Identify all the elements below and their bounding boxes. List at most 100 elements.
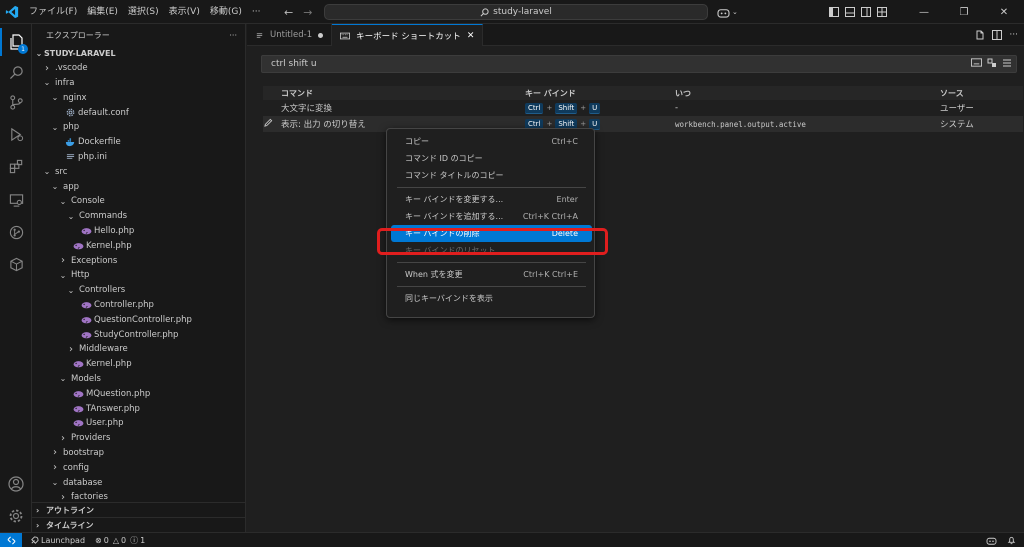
containers-activity-button[interactable] [0, 250, 32, 278]
launchpad-button[interactable]: Launchpad [30, 536, 85, 545]
launchpad-label: Launchpad [41, 535, 86, 545]
context-menu-item[interactable]: コマンド タイトルのコピー [391, 167, 592, 184]
tree-folder[interactable]: › config [32, 460, 245, 475]
toggle-secondary-sidebar-icon[interactable] [858, 0, 874, 24]
arrow-left-icon[interactable]: ← [284, 6, 293, 19]
run-debug-activity-button[interactable] [0, 120, 32, 148]
account-icon [8, 476, 24, 492]
outline-section[interactable]: › アウトライン [32, 502, 245, 517]
tree-item-label: Middleware [79, 344, 128, 355]
context-menu-item[interactable]: キー バインドを変更する... Enter [391, 191, 592, 208]
toggle-primary-sidebar-icon[interactable] [826, 0, 842, 24]
remote-explorer-activity-button[interactable] [0, 186, 32, 214]
tree-file[interactable]: php.ini [32, 150, 245, 165]
column-header-when[interactable]: いつ [675, 88, 940, 99]
record-keys-icon[interactable] [971, 58, 982, 67]
extensions-activity-button[interactable] [0, 152, 32, 180]
menu-item-label: キー バインドを追加する... [405, 212, 504, 221]
tree-file[interactable]: Kernel.php [32, 357, 245, 372]
customize-layout-icon[interactable] [874, 0, 890, 24]
tree-folder[interactable]: ⌄ Http [32, 268, 245, 283]
more-actions-icon[interactable]: ··· [229, 31, 237, 40]
tree-folder[interactable]: ⌄ php [32, 120, 245, 135]
context-menu-item[interactable]: 同じキーバインドを表示 [391, 290, 592, 307]
menu-item[interactable]: 移動(G) [205, 0, 247, 24]
activity-bar: 1 [0, 24, 32, 532]
tree-folder[interactable]: › Middleware [32, 342, 245, 357]
column-header-command[interactable]: コマンド [263, 88, 525, 99]
clear-filter-icon[interactable] [1002, 58, 1012, 68]
context-menu-item[interactable]: コピー Ctrl+C [391, 133, 592, 150]
tree-folder[interactable]: › bootstrap [32, 446, 245, 461]
close-window-button[interactable]: ✕ [984, 0, 1024, 24]
tree-file[interactable]: Controller.php [32, 298, 245, 313]
table-row[interactable]: 大文字に変換 Ctrl + Shift + U - ユーザー [263, 100, 1023, 116]
tree-file[interactable]: MQuestion.php [32, 386, 245, 401]
tree-folder[interactable]: ⌄ src [32, 164, 245, 179]
tree-folder[interactable]: ⌄ app [32, 179, 245, 194]
edit-pencil-icon[interactable] [264, 118, 273, 130]
close-icon[interactable]: ✕ [467, 31, 475, 41]
menu-item[interactable]: ··· [247, 0, 266, 24]
tree-file[interactable]: Dockerfile [32, 135, 245, 150]
tab-keyboard-shortcuts[interactable]: キーボード ショートカット ✕ [332, 24, 484, 46]
tree-folder[interactable]: ⌄ Commands [32, 209, 245, 224]
chevron-down-icon: ⌄ [43, 78, 51, 88]
search-activity-button[interactable] [0, 58, 32, 86]
tree-file[interactable]: default.conf [32, 105, 245, 120]
arrow-right-icon[interactable]: → [303, 6, 312, 19]
sort-by-precedence-icon[interactable] [987, 58, 997, 68]
tree-folder[interactable]: ⌄ nginx [32, 90, 245, 105]
context-menu-item[interactable]: キー バインドを追加する... Ctrl+K Ctrl+A [391, 208, 592, 225]
tree-file[interactable]: StudyController.php [32, 327, 245, 342]
more-actions-icon[interactable]: ··· [1009, 30, 1018, 40]
tree-file[interactable]: TAnswer.php [32, 401, 245, 416]
tree-item-label: database [63, 477, 103, 488]
tab-untitled-1[interactable]: Untitled-1 [247, 24, 333, 46]
notifications-bell-icon[interactable] [1007, 536, 1016, 545]
copilot-icon[interactable] [986, 536, 997, 545]
tree-folder[interactable]: › .vscode [32, 61, 245, 76]
split-editor-icon[interactable] [992, 30, 1003, 40]
explorer-activity-button[interactable]: 1 [0, 28, 32, 56]
menu-item[interactable]: 表示(V) [164, 0, 205, 24]
keybindings-search-input[interactable]: ctrl shift u [261, 55, 1017, 73]
tree-file[interactable]: User.php [32, 416, 245, 431]
containers-icon [9, 257, 23, 271]
column-header-keybinding[interactable]: キー バインド [525, 88, 675, 99]
tree-folder[interactable]: ⌄ database [32, 475, 245, 490]
problems-button[interactable]: ⊗ 0 △ 0 ⓘ 1 [95, 535, 145, 546]
tree-folder[interactable]: ⌄ Console [32, 194, 245, 209]
tree-folder[interactable]: › Exceptions [32, 253, 245, 268]
menu-item[interactable]: 選択(S) [123, 0, 164, 24]
column-header-source[interactable]: ソース [940, 88, 1023, 99]
open-json-icon[interactable] [975, 30, 985, 40]
chevron-right-icon: › [61, 432, 65, 444]
chevron-right-icon: › [36, 520, 40, 530]
context-menu-item[interactable]: When 式を変更 Ctrl+K Ctrl+E [391, 266, 592, 283]
manage-activity-button[interactable] [0, 502, 32, 530]
menu-item[interactable]: ファイル(F) [24, 0, 82, 24]
context-menu-item[interactable]: コマンド ID のコピー [391, 150, 592, 167]
toggle-panel-icon[interactable] [842, 0, 858, 24]
git-graph-activity-button[interactable] [0, 218, 32, 246]
copilot-button[interactable]: ⌄ [717, 4, 738, 20]
remote-indicator-button[interactable] [0, 532, 22, 547]
tree-file[interactable]: Hello.php [32, 224, 245, 239]
tree-file[interactable]: Kernel.php [32, 238, 245, 253]
timeline-section[interactable]: › タイムライン [32, 517, 245, 532]
unsaved-dot-icon[interactable] [318, 32, 324, 38]
tree-file[interactable]: QuestionController.php [32, 312, 245, 327]
command-center-search[interactable]: study-laravel [324, 4, 708, 20]
accounts-activity-button[interactable] [0, 470, 32, 498]
source-control-activity-button[interactable] [0, 88, 32, 116]
minimize-button[interactable]: — [904, 0, 944, 24]
menu-item[interactable]: 編集(E) [82, 0, 123, 24]
restore-button[interactable]: ❐ [944, 0, 984, 24]
tree-folder[interactable]: ⌄ infra [32, 76, 245, 91]
table-row[interactable]: 表示: 出力 の切り替え Ctrl + Shift + Uworkbench.panel.… [263, 116, 1023, 132]
tree-folder[interactable]: ⌄ Controllers [32, 283, 245, 298]
tree-folder[interactable]: › Providers [32, 431, 245, 446]
tree-folder[interactable]: ⌄ Models [32, 372, 245, 387]
workspace-root[interactable]: ⌄ STUDY-LARAVEL [32, 46, 245, 61]
